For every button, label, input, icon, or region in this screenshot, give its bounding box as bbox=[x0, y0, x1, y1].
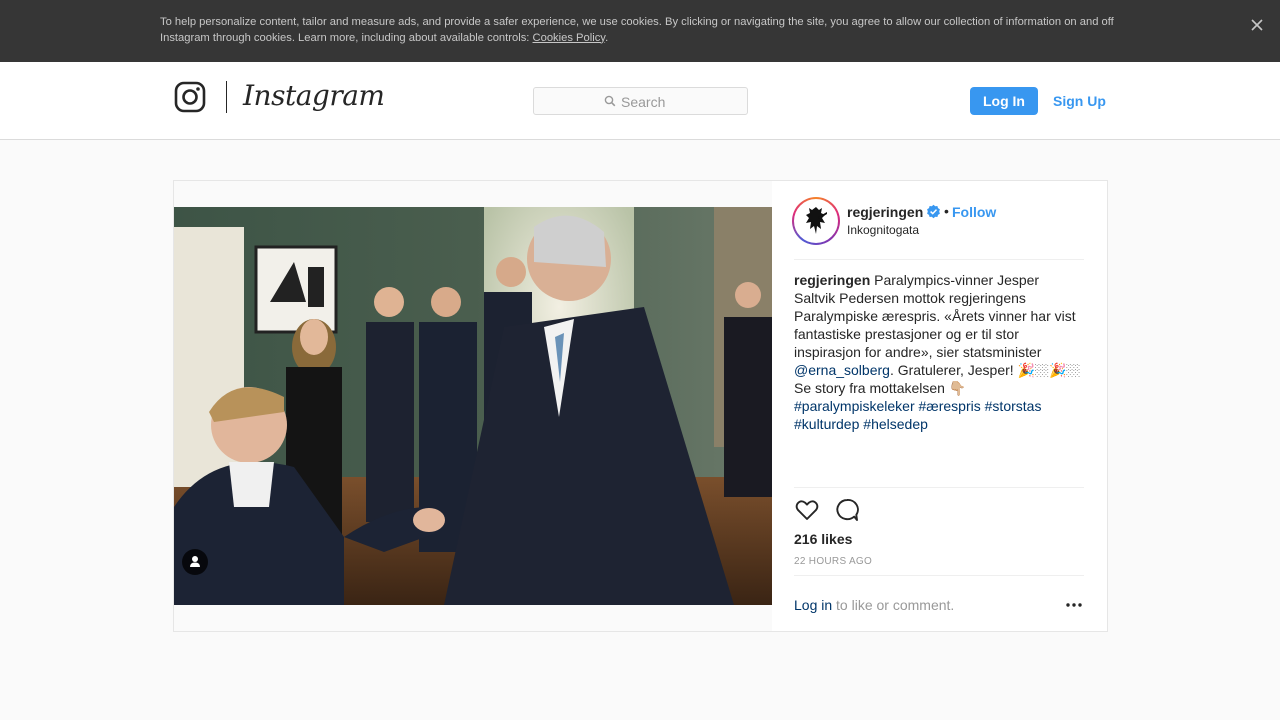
post-photo[interactable] bbox=[174, 207, 772, 605]
verified-badge-icon bbox=[927, 204, 940, 219]
post-username[interactable]: regjeringen bbox=[847, 204, 923, 220]
separator-dot: • bbox=[944, 203, 949, 219]
search-input[interactable]: Search bbox=[533, 87, 748, 115]
more-options-icon[interactable] bbox=[1064, 597, 1084, 613]
hashtag-link[interactable]: #paralympiskeleker bbox=[794, 398, 915, 414]
divider bbox=[794, 259, 1084, 260]
cookie-banner: To help personalize content, tailor and … bbox=[0, 0, 1280, 62]
hashtag-link[interactable]: #kulturdep bbox=[794, 416, 859, 432]
user-icon bbox=[190, 556, 200, 567]
cookies-policy-link[interactable]: Cookies Policy bbox=[533, 32, 606, 44]
follow-button[interactable]: Follow bbox=[952, 204, 996, 220]
search-placeholder: Search bbox=[621, 94, 666, 110]
divider bbox=[794, 487, 1084, 488]
comment-icon[interactable] bbox=[834, 497, 860, 523]
instagram-wordmark[interactable]: Instagram bbox=[243, 78, 385, 114]
hashtag-link[interactable]: #ærespris bbox=[919, 398, 981, 414]
likes-count[interactable]: 216 likes bbox=[794, 531, 852, 547]
post-timestamp[interactable]: 22 HOURS AGO bbox=[794, 556, 872, 568]
post-sidebar: regjeringen • Follow Inkognitogata regje… bbox=[772, 181, 1107, 631]
login-prompt-text: to like or comment. bbox=[832, 597, 955, 613]
instagram-glyph-icon[interactable] bbox=[174, 81, 206, 113]
sign-up-link[interactable]: Sign Up bbox=[1053, 87, 1106, 115]
logo-divider bbox=[226, 81, 227, 113]
login-prompt: Log in to like or comment. bbox=[794, 597, 954, 613]
heart-icon[interactable] bbox=[794, 497, 820, 523]
hashtag-link[interactable]: #helsedep bbox=[863, 416, 928, 432]
close-icon[interactable] bbox=[1246, 14, 1268, 36]
hashtag-link[interactable]: #storstas bbox=[985, 398, 1042, 414]
cookie-banner-text: To help personalize content, tailor and … bbox=[160, 15, 1120, 46]
post-card: regjeringen • Follow Inkognitogata regje… bbox=[173, 180, 1108, 632]
log-in-link[interactable]: Log in bbox=[794, 597, 832, 613]
post-location[interactable]: Inkognitogata bbox=[847, 223, 919, 237]
caption-username[interactable]: regjeringen bbox=[794, 272, 870, 288]
post-caption: regjeringen Paralympics-vinner Jesper Sa… bbox=[794, 271, 1084, 433]
cookie-trailing: . bbox=[605, 31, 609, 44]
mention-link[interactable]: @erna_solberg bbox=[794, 362, 890, 378]
search-icon bbox=[604, 95, 616, 107]
divider bbox=[794, 575, 1084, 576]
user-tag-button[interactable] bbox=[182, 549, 208, 575]
avatar[interactable] bbox=[792, 197, 840, 245]
coat-of-arms-icon bbox=[796, 201, 836, 241]
log-in-button[interactable]: Log In bbox=[970, 87, 1038, 115]
cookie-text: To help personalize content, tailor and … bbox=[160, 16, 1114, 44]
top-nav: Instagram Search Log In Sign Up bbox=[0, 62, 1280, 140]
